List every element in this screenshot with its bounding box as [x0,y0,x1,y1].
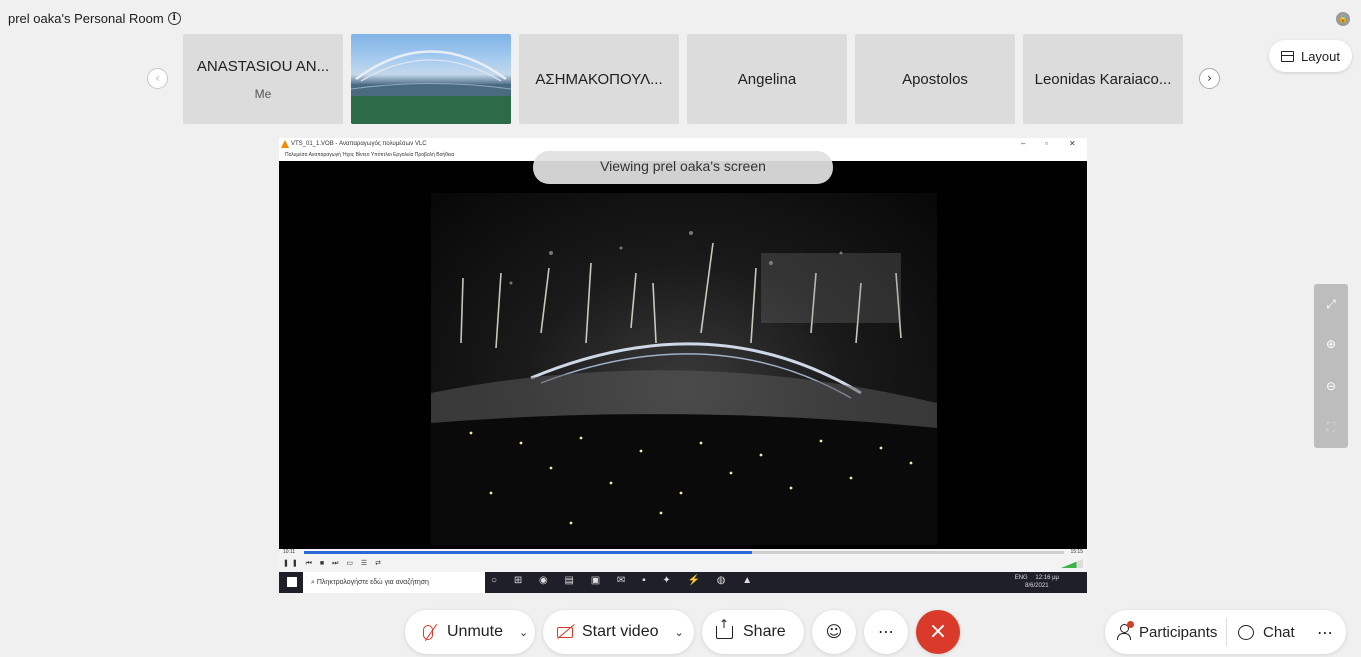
participant-me-label: Me [254,86,272,101]
taskbar-time: 12:16 μμ [1035,575,1059,581]
participant-tile[interactable]: ANASTASIOU AN... Me [183,34,343,124]
taskbar-app-icons: ○ ⊞ ◉ ▤ ▣ ✉ ▪ ✦ ⚡ ◍ ▲ [491,575,760,586]
layout-label: Layout [1300,48,1341,64]
share-label: Share [743,623,786,640]
expand-icon[interactable]: ⤢ [1314,294,1348,314]
stadium-video-thumbnail [351,50,511,124]
taskbar-lang: ENG [1014,575,1028,581]
room-title-text: prel oaka's Personal Room [8,11,164,26]
viewing-screen-banner: Viewing prel oaka's screen [533,151,833,184]
participants-button[interactable]: Participants [1117,610,1217,654]
taskbar-search-text: Πληκτρολογήστε εδώ για αναζήτηση [316,579,429,586]
participants-label: Participants [1139,623,1218,641]
smiley-icon: ☺ [825,622,843,641]
vlc-seek-fill [304,551,753,554]
participants-icon [1117,621,1134,640]
camera-off-icon [557,626,573,638]
layout-icon [1280,50,1294,62]
divider [1226,618,1227,646]
participant-tile[interactable]: Angelina [687,34,847,124]
ellipsis-icon: ⋯ [878,622,894,641]
lock-icon[interactable]: 🔒 [1336,12,1350,26]
room-title: prel oaka's Personal Room i [8,11,181,26]
vlc-cone-icon [281,140,289,148]
chat-icon [1238,624,1254,640]
close-window-icon: ✕ [1069,139,1076,148]
share-button[interactable]: Share [702,610,804,654]
fireworks-video [431,193,937,545]
more-options-button[interactable]: ⋯ [864,610,908,654]
participant-name: Apostolos [902,70,968,88]
share-icon [716,617,733,639]
start-video-button[interactable]: Start video ⌄ [543,610,694,654]
chat-button[interactable]: Chat [1238,610,1295,654]
taskbar-clock: ENG 12:16 μμ 8/6/2021 [1015,574,1059,590]
participant-tile[interactable]: Apostolos [855,34,1015,124]
layout-button[interactable]: Layout [1269,40,1352,72]
unmute-button[interactable]: Unmute ⌄ [405,610,535,654]
vlc-volume-icon [1061,559,1083,568]
chevron-right-icon: › [1207,71,1212,85]
participant-name: ΑΣΗΜΑΚΟΠΟΥΛ... [535,70,663,88]
vlc-total-time: 15:15 [1070,549,1083,555]
windows-start-icon [287,577,297,587]
shared-screen[interactable]: VTS_01_1.VOB - Αναπαραγωγός πολυμέσων VL… [279,138,1087,593]
more-panels-button[interactable]: ⋯ [1317,610,1333,654]
chevron-down-icon[interactable]: ⌄ [674,626,683,639]
fit-icon[interactable]: ⛶ [1314,417,1348,437]
notification-dot [1127,621,1134,628]
taskbar-search: ⌕ Πληκτρολογήστε εδώ για αναζήτηση [303,572,485,593]
participant-tile[interactable]: Leonidas Karaiaco... [1023,34,1183,124]
chevron-left-icon: ‹ [155,71,160,85]
participant-video-tile[interactable] [351,34,511,124]
participant-name: ANASTASIOU AN... [196,57,330,75]
participant-tile[interactable]: ΑΣΗΜΑΚΟΠΟΥΛ... [519,34,679,124]
vlc-window-title: VTS_01_1.VOB - Αναπαραγωγός πολυμέσων VL… [291,141,427,147]
end-meeting-button[interactable]: × [916,610,960,654]
unmute-label: Unmute [447,623,504,640]
participant-name: Leonidas Karaiaco... [1034,70,1172,88]
vlc-title-bar: VTS_01_1.VOB - Αναπαραγωγός πολυμέσων VL… [279,138,1087,150]
restore-icon: ▫ [1045,139,1048,148]
mic-muted-icon [423,624,433,640]
right-toolbar: Participants Chat ⋯ [1105,610,1346,654]
start-video-label: Start video [582,623,659,640]
zoom-panel: ⤢ ⊕ ⊖ ⛶ [1314,284,1348,448]
zoom-in-icon[interactable]: ⊕ [1314,334,1348,354]
vlc-controls: 10:11 15:15 ❚❚ ⏮ ■ ⏭ ▭ ☰ ⇄ [279,549,1087,572]
zoom-out-icon[interactable]: ⊖ [1314,376,1348,396]
strip-prev-button[interactable]: ‹ [147,68,168,89]
strip-next-button[interactable]: › [1199,68,1220,89]
info-icon[interactable]: i [167,12,181,25]
ellipsis-icon: ⋯ [1317,622,1333,642]
close-icon: × [928,619,948,644]
vlc-playback-buttons: ❚❚ ⏮ ■ ⏭ ▭ ☰ ⇄ [283,560,384,567]
vlc-seek-bar [304,551,1064,554]
participant-name: Angelina [737,70,797,88]
chevron-down-icon[interactable]: ⌄ [519,626,528,639]
chat-label: Chat [1263,623,1295,641]
reactions-button[interactable]: ☺ [812,610,856,654]
windows-taskbar: ⌕ Πληκτρολογήστε εδώ για αναζήτηση ○ ⊞ ◉… [279,572,1087,593]
vlc-elapsed-time: 10:11 [283,549,296,555]
taskbar-date: 8/6/2021 [1025,583,1049,589]
minimize-icon: – [1021,139,1026,148]
